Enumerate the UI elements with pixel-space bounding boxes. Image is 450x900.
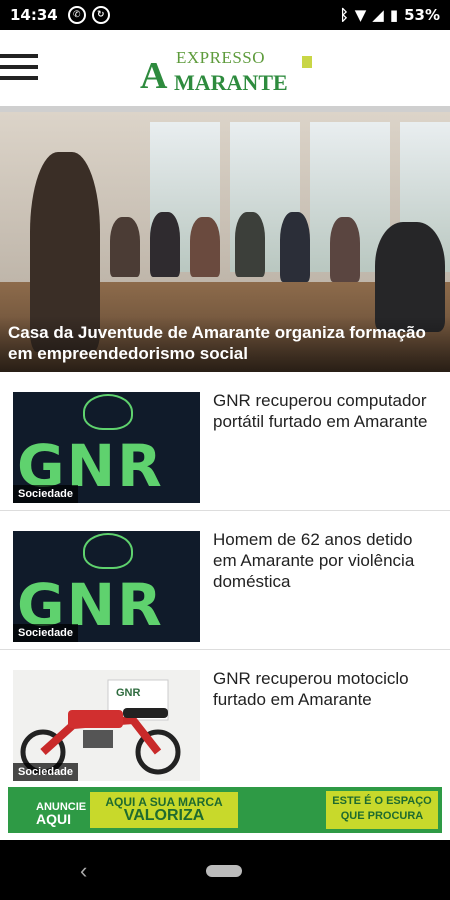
site-logo[interactable]: EXPRESSO A MARANTE: [140, 48, 315, 97]
home-pill-icon[interactable]: [206, 865, 242, 877]
logo-accent: [302, 56, 312, 68]
logo-bottom-text: MARANTE: [174, 70, 288, 95]
ad-middle: AQUI A SUA MARCA VALORIZA: [90, 792, 238, 828]
ad-left: ANUNCIE AQUI: [8, 787, 86, 833]
system-nav-bar: ‹: [0, 840, 450, 900]
bluetooth-icon: ᛒ: [339, 6, 349, 24]
category-badge: Sociedade: [13, 624, 79, 642]
article-title[interactable]: GNR recuperou motociclo furtado em Amara…: [213, 668, 438, 710]
battery-icon: ▮: [389, 6, 399, 24]
signal-icon: ◢: [372, 6, 384, 24]
ad-left-bottom: AQUI: [36, 811, 71, 827]
article-thumbnail[interactable]: GNR Sociedade: [13, 670, 200, 781]
category-badge: Sociedade: [13, 763, 79, 781]
ad-right-top: ESTE É O ESPAÇO: [332, 795, 432, 807]
app-bar: EXPRESSO A MARANTE: [0, 30, 450, 106]
ad-banner[interactable]: ANUNCIE AQUI AQUI A SUA MARCA VALORIZA E…: [0, 781, 450, 839]
back-icon[interactable]: ‹: [80, 858, 87, 884]
hero-article[interactable]: Casa da Juventude de Amarante organiza f…: [0, 112, 450, 372]
status-time: 14:34: [10, 6, 58, 24]
hamburger-icon[interactable]: [0, 52, 40, 82]
hero-title[interactable]: Casa da Juventude de Amarante organiza f…: [0, 316, 450, 372]
ad-right: ESTE É O ESPAÇO QUE PROCURA: [326, 791, 438, 829]
gnr-crest-icon: [83, 533, 133, 569]
logo-top-text: EXPRESSO: [176, 48, 266, 67]
thumbnail-gnr-sign: GNR: [116, 687, 141, 699]
category-badge: Sociedade: [13, 485, 79, 503]
gnr-crest-icon: [83, 394, 133, 430]
battery-level: 53%: [404, 6, 440, 24]
ad-right-bottom: QUE PROCURA: [340, 810, 424, 822]
ad-banner-body[interactable]: ANUNCIE AQUI AQUI A SUA MARCA VALORIZA E…: [8, 787, 442, 833]
article-title[interactable]: Homem de 62 anos detido em Amarante por …: [213, 529, 438, 592]
status-bar: 14:34 ✆ ↻ ᛒ ▼ ◢ ▮ 53%: [0, 0, 450, 30]
list-item[interactable]: GNR Sociedade Homem de 62 anos detido em…: [0, 511, 450, 650]
list-item[interactable]: GNR Sociedade GNR recuperou motociclo fu…: [0, 650, 450, 781]
whatsapp-icon: ✆: [67, 6, 86, 24]
logo-initial: A: [140, 55, 168, 97]
article-title[interactable]: GNR recuperou computador portátil furtad…: [213, 390, 438, 432]
list-item[interactable]: GNR Sociedade GNR recuperou computador p…: [0, 372, 450, 511]
sync-icon: ↻: [91, 6, 110, 24]
ad-middle-bottom: VALORIZA: [123, 807, 205, 824]
article-thumbnail[interactable]: GNR Sociedade: [13, 531, 200, 642]
wifi-icon: ▼: [354, 6, 367, 24]
article-thumbnail[interactable]: GNR Sociedade: [13, 392, 200, 503]
